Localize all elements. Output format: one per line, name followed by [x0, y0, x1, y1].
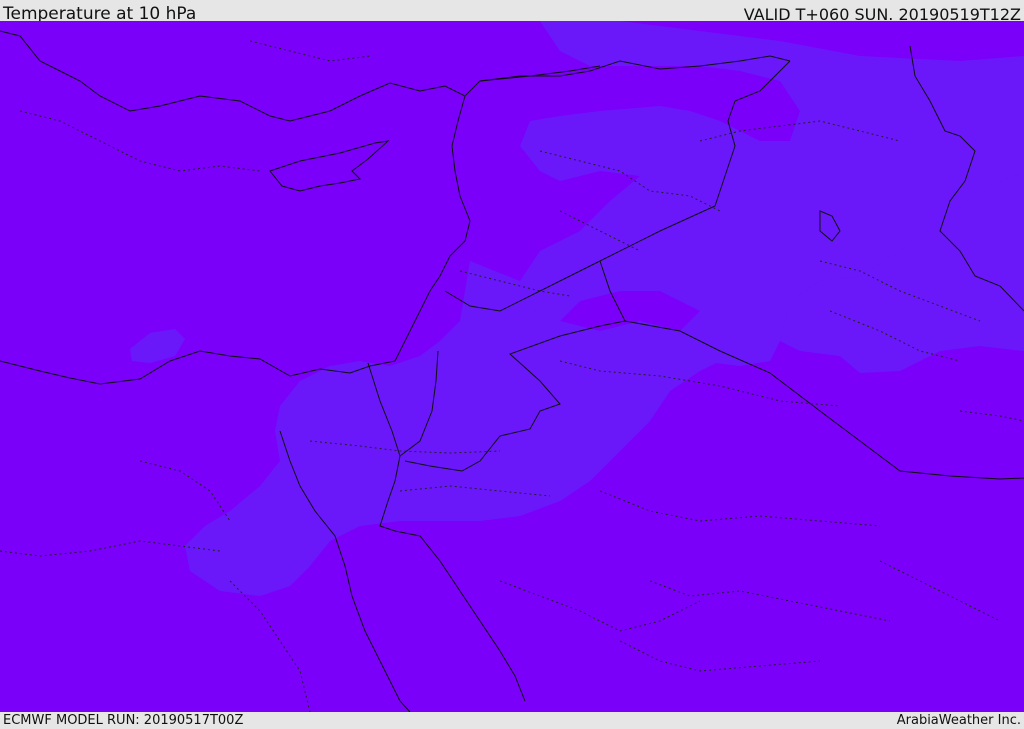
model-run-label: ECMWF MODEL RUN: 20190517T00Z	[3, 713, 244, 728]
map-canvas[interactable]	[0, 21, 1024, 712]
credit-label: ArabiaWeather Inc.	[896, 713, 1021, 728]
weather-map-page: Temperature at 10 hPa VALID T+060 SUN. 2…	[0, 0, 1024, 729]
header-bar: Temperature at 10 hPa VALID T+060 SUN. 2…	[0, 0, 1024, 24]
map-svg	[0, 21, 1024, 712]
footer-bar: ECMWF MODEL RUN: 20190517T00Z ArabiaWeat…	[0, 712, 1024, 729]
